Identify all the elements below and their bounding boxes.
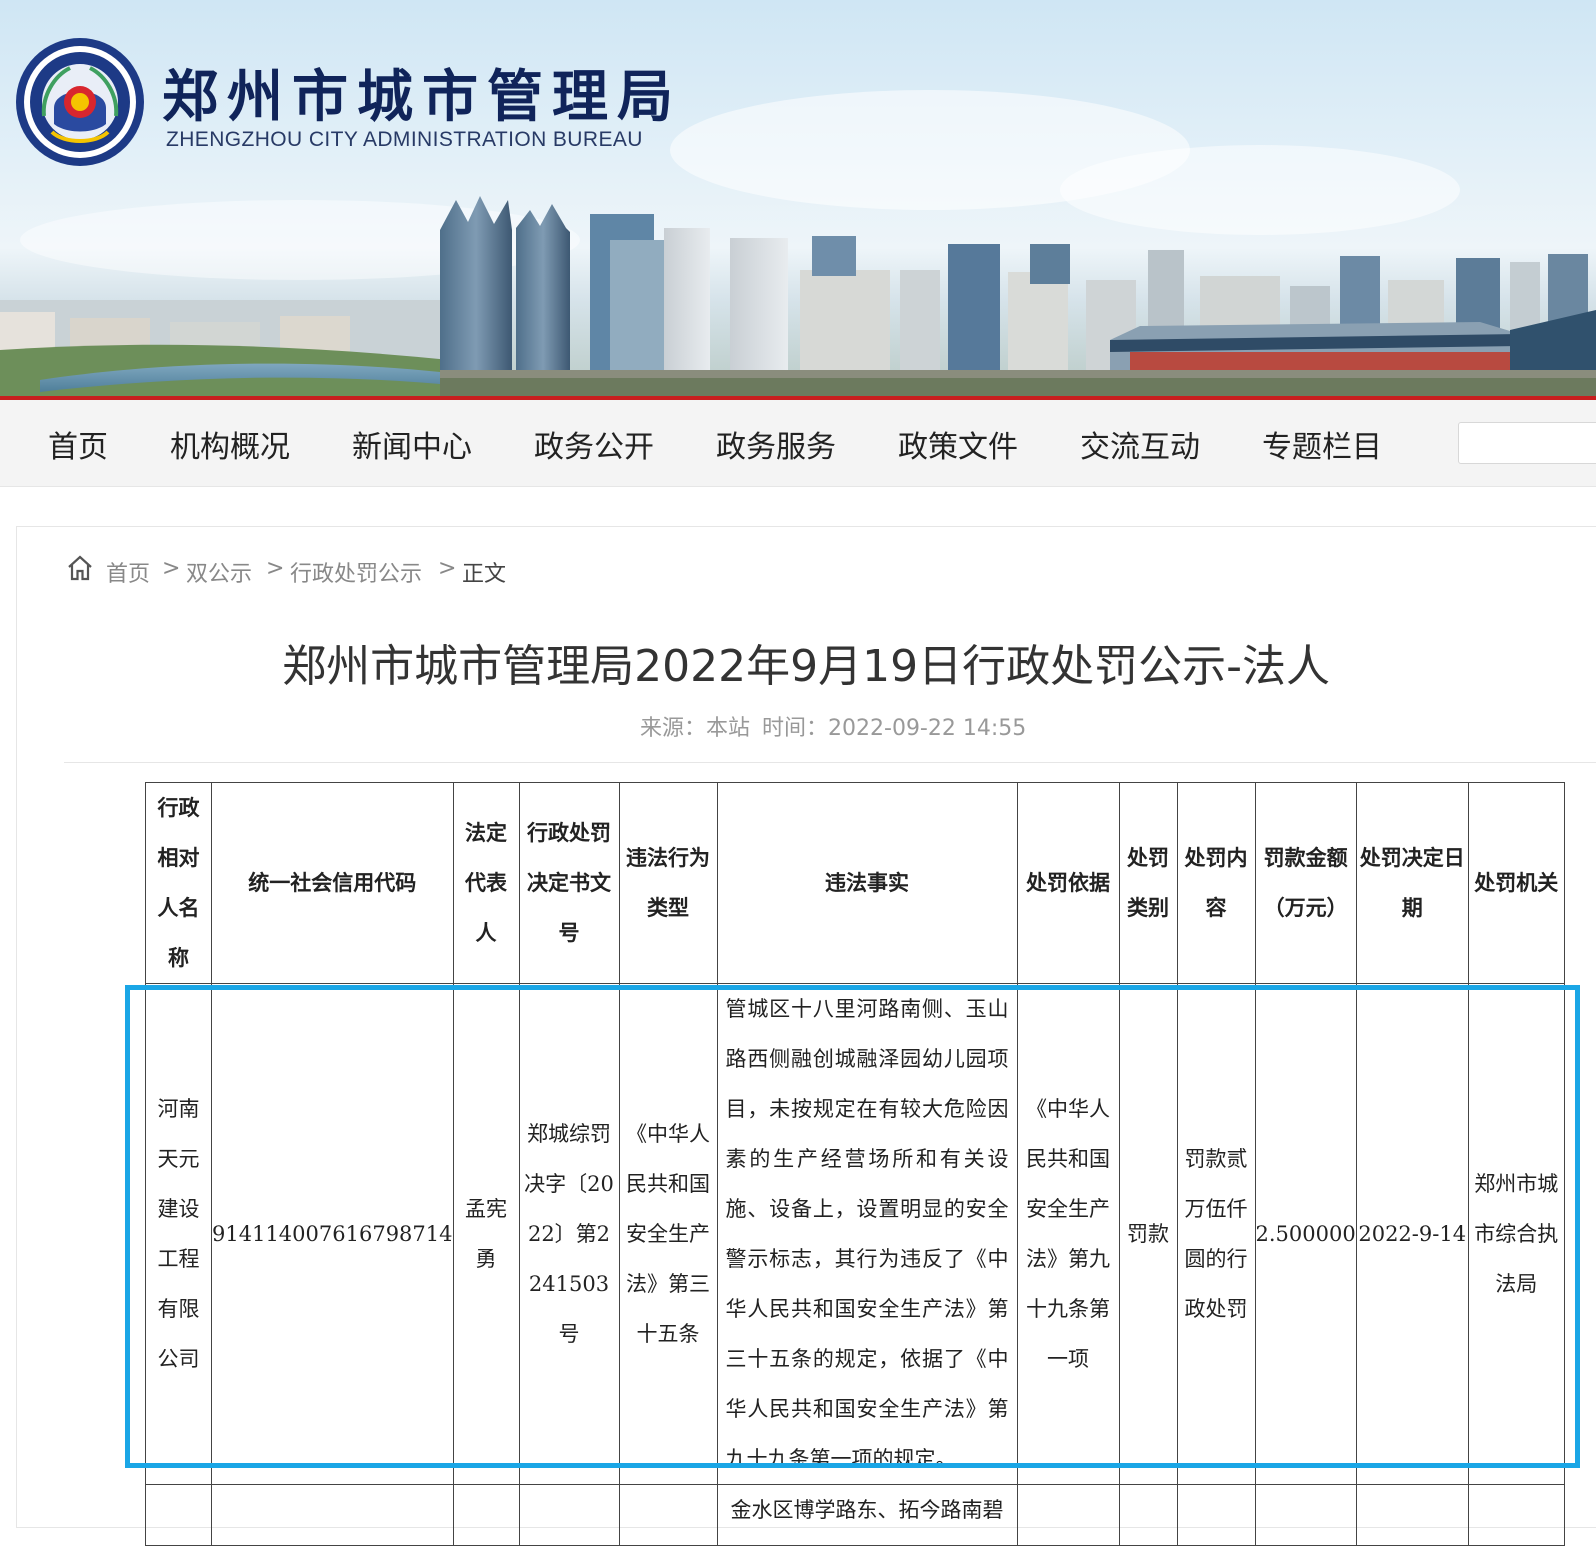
cell-fine-amount: 2.500000 [1254, 983, 1357, 1485]
nav-item-policy[interactable]: 政策文件 [898, 422, 1018, 466]
cell-decision-number: 郑城综罚决字〔2022〕第2241503号 [518, 983, 620, 1485]
search-input[interactable] [1458, 422, 1596, 464]
nav-item-interaction[interactable]: 交流互动 [1080, 422, 1200, 466]
table-cell [1016, 1484, 1120, 1546]
table-cell [1467, 1484, 1565, 1546]
breadcrumb-dual-publicity[interactable]: 双公示 [186, 556, 252, 588]
table-cell [452, 1484, 520, 1546]
article-meta: 来源：本站 时间：2022-09-22 14:55 [640, 710, 1038, 742]
home-icon[interactable] [66, 554, 94, 582]
nav-item-services[interactable]: 政务服务 [716, 422, 836, 466]
table-header-cell: 处罚内容 [1176, 782, 1256, 984]
nav-item-about[interactable]: 机构概况 [170, 422, 290, 466]
table-header-cell: 法定代表人 [452, 782, 520, 984]
table-header-cell: 罚款金额（万元） [1254, 782, 1357, 984]
table-header-cell: 处罚类别 [1118, 782, 1178, 984]
cell-legal-representative: 孟宪勇 [452, 983, 520, 1485]
cell-violation-facts: 管城区十八里河路南侧、玉山路西侧融创城融泽园幼儿园项目，未按规定在有较大危险因素… [716, 983, 1018, 1485]
cell-credit-code: 914114007616798714 [211, 983, 454, 1485]
table-cell [1254, 1484, 1357, 1546]
page-title: 郑州市城市管理局2022年9月19日行政处罚公示-法人 [0, 630, 1330, 694]
cell-penalty-authority: 郑州市城市综合执法局 [1467, 983, 1565, 1485]
breadcrumb-separator: > [162, 556, 181, 581]
table-cell [618, 1484, 718, 1546]
table-cell [145, 1484, 212, 1546]
page-title-text: 郑州市城市管理局2022年9月19日行政处罚公示-法人 [282, 641, 1330, 692]
nav-item-home[interactable]: 首页 [48, 422, 108, 466]
cell-penalty-content: 罚款贰万伍仟圆的行政处罚 [1176, 983, 1256, 1485]
table-header-cell: 违法事实 [716, 782, 1018, 984]
header-banner: 郑州市城市管理局 ZHENGZHOU CITY ADMINISTRATION B… [0, 0, 1596, 400]
table-header-cell: 统一社会信用代码 [211, 782, 454, 984]
table-header-cell: 处罚决定日期 [1355, 782, 1469, 984]
table-row: 河南天元建设工程有限公司 914114007616798714 孟宪勇 郑城综罚… [145, 983, 1565, 1485]
cell-decision-date: 2022-9-14 [1355, 983, 1469, 1485]
main-nav: 首页 机构概况 新闻中心 政务公开 政务服务 政策文件 交流互动 专题栏目 [0, 400, 1596, 487]
table-row: 金水区博学路东、拓今路南碧 [145, 1484, 1565, 1546]
nav-item-government-affairs[interactable]: 政务公开 [534, 422, 654, 466]
nav-item-news[interactable]: 新闻中心 [352, 422, 472, 466]
site-subtitle: ZHENGZHOU CITY ADMINISTRATION BUREAU [166, 128, 643, 151]
table-cell [211, 1484, 454, 1546]
nav-item-topics[interactable]: 专题栏目 [1262, 422, 1382, 466]
breadcrumb-separator: > [266, 556, 285, 581]
table-cell [1355, 1484, 1469, 1546]
penalty-table: 行政相对人名称 统一社会信用代码 法定代表人 行政处罚决定书文号 违法行为类型 … [145, 782, 1565, 1546]
table-header-cell: 违法行为类型 [618, 782, 718, 984]
cell-violation-facts: 金水区博学路东、拓今路南碧 [716, 1484, 1018, 1546]
breadcrumb-current: 正文 [462, 562, 507, 587]
breadcrumb-penalty-publicity[interactable]: 行政处罚公示 [290, 556, 422, 588]
table-header-cell: 处罚机关 [1467, 782, 1565, 984]
table-header-cell: 行政相对人名称 [145, 782, 212, 984]
article-source: 来源：本站 [640, 716, 751, 741]
table-header-cell: 处罚依据 [1016, 782, 1120, 984]
table-cell [1176, 1484, 1256, 1546]
breadcrumb-separator: > [438, 556, 457, 581]
table-cell [518, 1484, 620, 1546]
table-cell [1118, 1484, 1178, 1546]
divider [64, 762, 1596, 763]
cell-party-name: 河南天元建设工程有限公司 [145, 983, 212, 1485]
breadcrumb-home[interactable]: 首页 [106, 556, 150, 588]
cell-penalty-basis: 《中华人民共和国安全生产法》第九十九条第一项 [1016, 983, 1120, 1485]
article-time: 时间：2022-09-22 14:55 [762, 716, 1027, 741]
cell-penalty-category: 罚款 [1118, 983, 1178, 1485]
emblem-icon [16, 38, 144, 166]
table-header-row: 行政相对人名称 统一社会信用代码 法定代表人 行政处罚决定书文号 违法行为类型 … [145, 782, 1565, 984]
site-title: 郑州市城市管理局 [162, 64, 682, 130]
table-header-cell: 行政处罚决定书文号 [518, 782, 620, 984]
cell-violation-type: 《中华人民共和国安全生产法》第三十五条 [618, 983, 718, 1485]
